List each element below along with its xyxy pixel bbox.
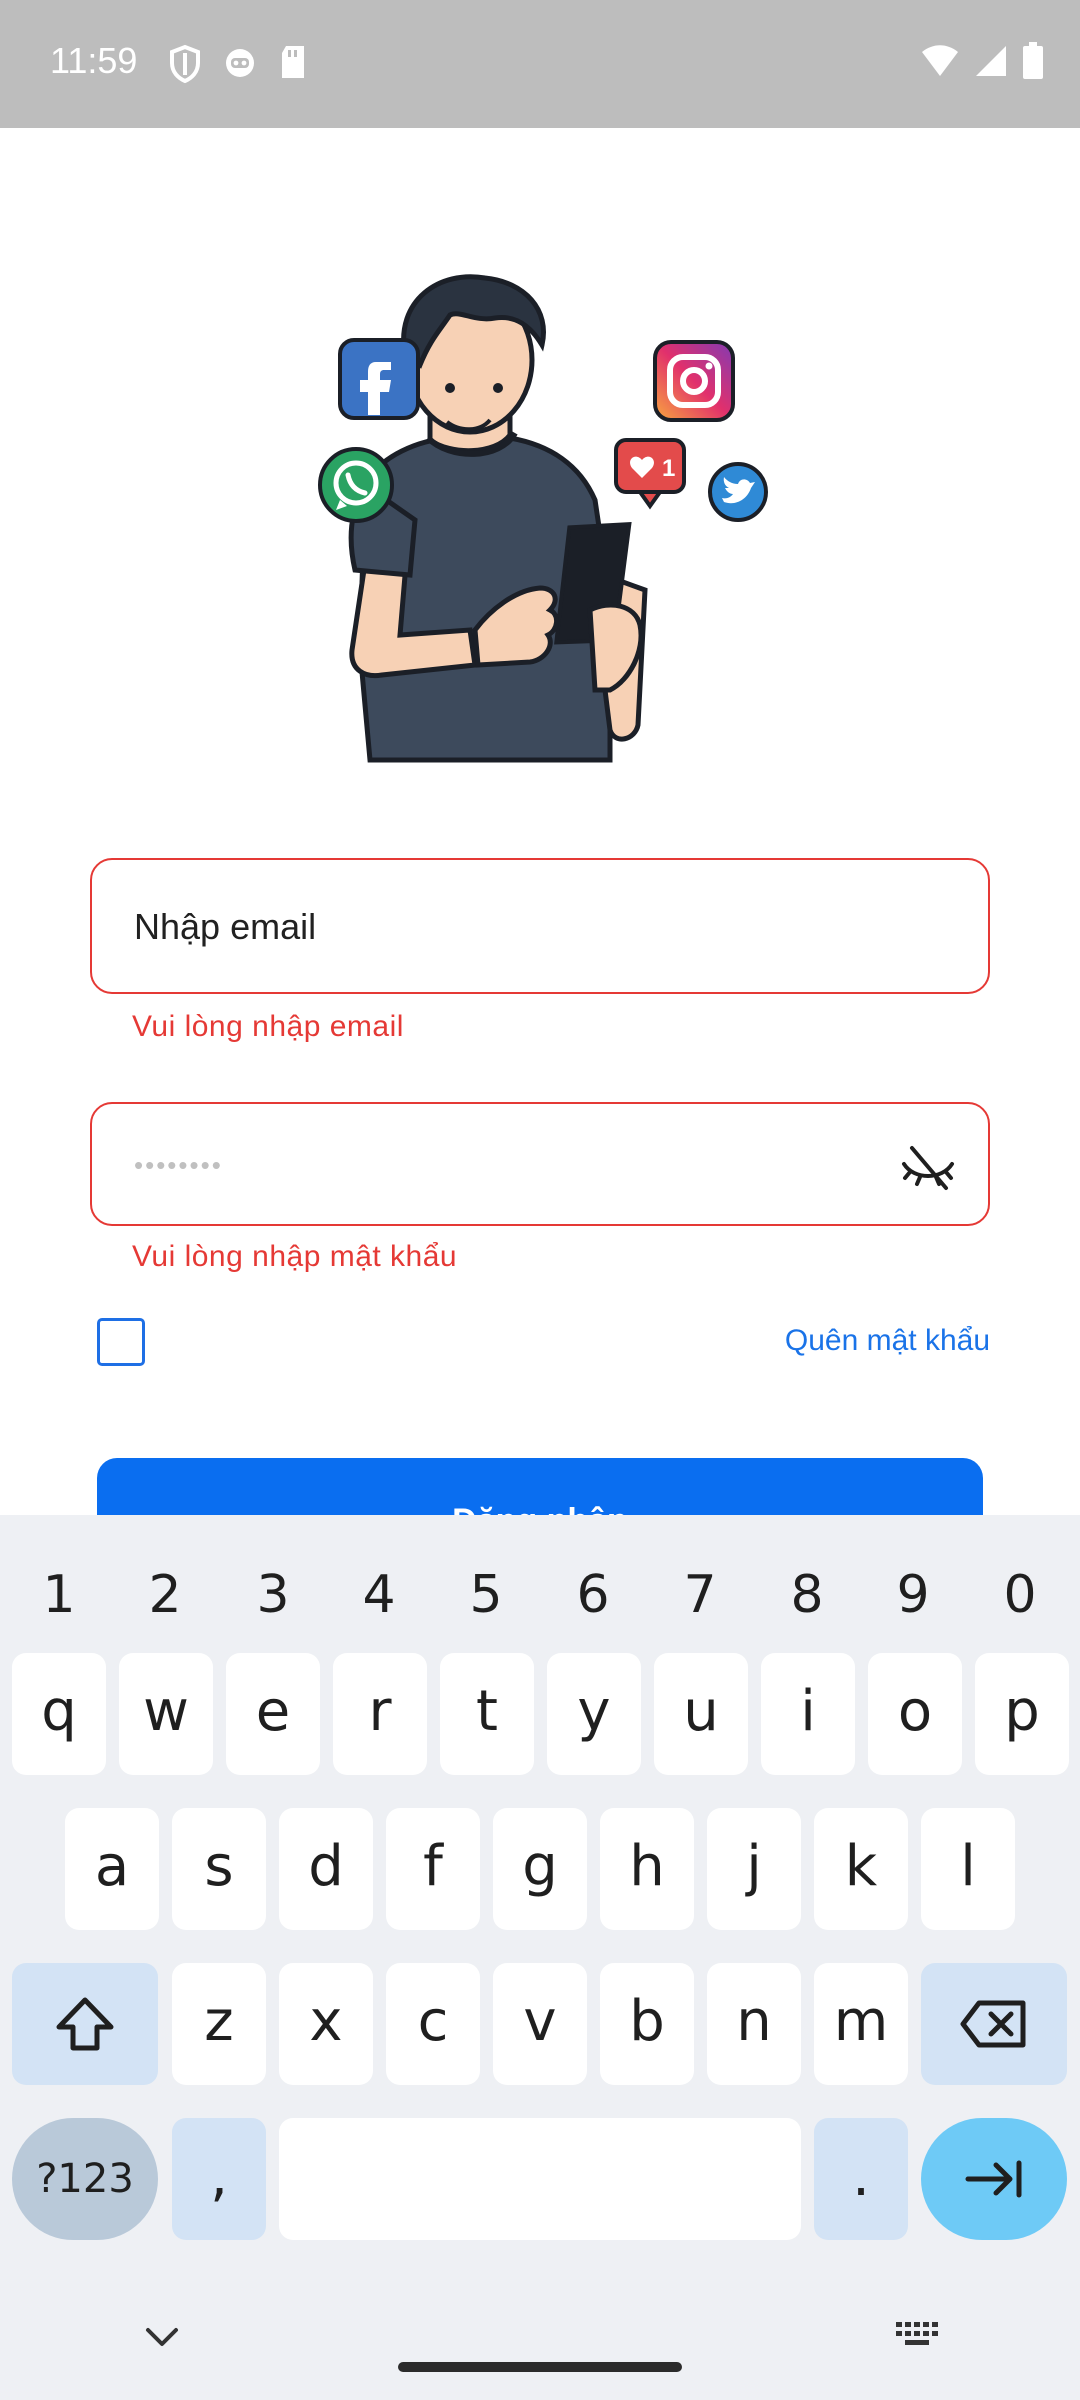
shift-icon — [56, 1997, 114, 2051]
period-key[interactable]: . — [814, 2118, 908, 2240]
like-notification-icon: 1 — [614, 438, 686, 510]
shield-icon — [170, 44, 200, 84]
login-screen: 11:59 1 Nhập email Vui lòng nhập email •… — [0, 0, 1080, 2400]
key-3[interactable]: 3 — [220, 1535, 326, 1655]
key-z[interactable]: z — [172, 1963, 266, 2085]
keyboard-switch-icon[interactable] — [894, 2316, 942, 2356]
email-input-text: Nhập email — [134, 906, 317, 947]
tab-next-icon — [965, 2160, 1022, 2198]
email-field[interactable]: Nhập email — [90, 858, 990, 994]
key-x[interactable]: x — [279, 1963, 373, 2085]
like-count: 1 — [662, 455, 675, 482]
key-5[interactable]: 5 — [433, 1535, 539, 1655]
key-1[interactable]: 1 — [6, 1535, 112, 1655]
twitter-icon — [708, 462, 768, 522]
sd-card-icon — [282, 46, 304, 78]
social-media-illustration: 1 — [318, 274, 768, 763]
key-6[interactable]: 6 — [540, 1535, 646, 1655]
facebook-icon — [338, 338, 420, 420]
key-k[interactable]: k — [814, 1808, 908, 1930]
key-n[interactable]: n — [707, 1963, 801, 2085]
whatsapp-icon — [318, 447, 394, 523]
battery-icon — [1023, 42, 1043, 79]
remember-me-checkbox[interactable] — [97, 1318, 145, 1366]
eye-off-icon[interactable] — [898, 1136, 958, 1196]
key-j[interactable]: j — [707, 1808, 801, 1930]
key-2[interactable]: 2 — [112, 1535, 218, 1655]
password-placeholder: •••••••• — [134, 1150, 223, 1180]
key-v[interactable]: v — [493, 1963, 587, 2085]
key-a[interactable]: a — [65, 1808, 159, 1930]
key-7[interactable]: 7 — [647, 1535, 753, 1655]
key-w[interactable]: w — [119, 1653, 213, 1775]
status-time: 11:59 — [50, 40, 138, 81]
key-d[interactable]: d — [279, 1808, 373, 1930]
key-h[interactable]: h — [600, 1808, 694, 1930]
email-error-message: Vui lòng nhập email — [132, 1010, 404, 1043]
next-key[interactable] — [921, 2118, 1067, 2240]
backspace-icon — [960, 2000, 1026, 2048]
key-u[interactable]: u — [654, 1653, 748, 1775]
shift-key[interactable] — [12, 1963, 158, 2085]
key-p[interactable]: p — [975, 1653, 1069, 1775]
on-screen-keyboard: 1 2 3 4 5 6 7 8 9 0 q w e r t y u i o p … — [0, 1515, 1080, 2400]
key-e[interactable]: e — [226, 1653, 320, 1775]
key-9[interactable]: 9 — [860, 1535, 966, 1655]
home-indicator[interactable] — [398, 2362, 682, 2372]
key-0[interactable]: 0 — [967, 1535, 1073, 1655]
key-i[interactable]: i — [761, 1653, 855, 1775]
key-c[interactable]: c — [386, 1963, 480, 2085]
comma-key[interactable]: , — [172, 2118, 266, 2240]
password-field[interactable]: •••••••• — [90, 1102, 990, 1226]
status-icons-right — [920, 42, 1044, 80]
signal-icon — [976, 46, 1006, 76]
instagram-icon — [653, 340, 735, 422]
key-4[interactable]: 4 — [326, 1535, 432, 1655]
key-s[interactable]: s — [172, 1808, 266, 1930]
key-o[interactable]: o — [868, 1653, 962, 1775]
key-g[interactable]: g — [493, 1808, 587, 1930]
status-bar: 11:59 — [0, 0, 1080, 128]
key-f[interactable]: f — [386, 1808, 480, 1930]
key-q[interactable]: q — [12, 1653, 106, 1775]
backspace-key[interactable] — [921, 1963, 1067, 2085]
number-row: 1 2 3 4 5 6 7 8 9 0 — [0, 1535, 1080, 1655]
password-error-message: Vui lòng nhập mật khẩu — [132, 1240, 458, 1273]
forgot-password-link[interactable]: Quên mật khẩu — [785, 1324, 990, 1358]
robot-icon — [226, 49, 254, 77]
key-r[interactable]: r — [333, 1653, 427, 1775]
hide-keyboard-chevron-icon[interactable] — [140, 2316, 184, 2360]
symbols-key[interactable]: ?123 — [12, 2118, 158, 2240]
key-m[interactable]: m — [814, 1963, 908, 2085]
space-key[interactable] — [279, 2118, 801, 2240]
status-icons-left — [168, 44, 308, 84]
key-l[interactable]: l — [921, 1808, 1015, 1930]
wifi-icon — [922, 45, 958, 76]
key-t[interactable]: t — [440, 1653, 534, 1775]
key-b[interactable]: b — [600, 1963, 694, 2085]
key-8[interactable]: 8 — [754, 1535, 860, 1655]
key-y[interactable]: y — [547, 1653, 641, 1775]
